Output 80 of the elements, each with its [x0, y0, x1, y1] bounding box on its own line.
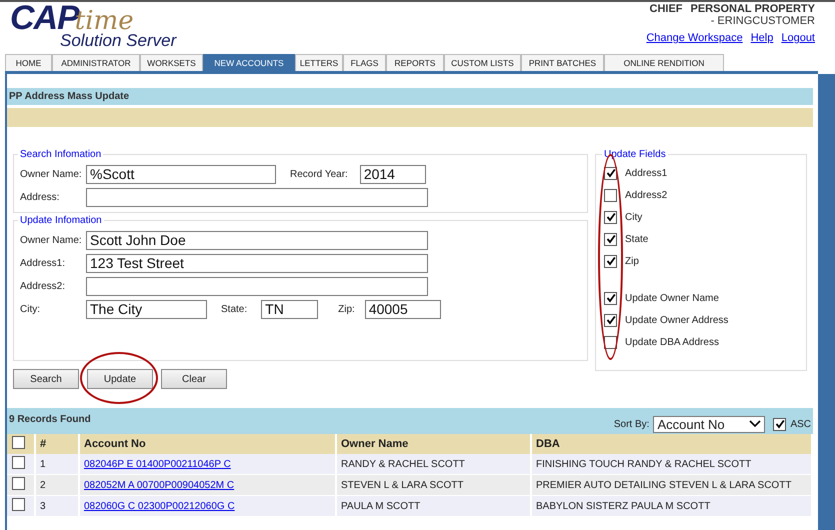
input-field[interactable]: 40005 [364, 300, 441, 319]
nav-tab[interactable]: REPORTS [386, 54, 444, 71]
nav-tab[interactable]: FLAGS [343, 54, 386, 71]
table-cell: 2 [35, 474, 79, 496]
sort-dropdown[interactable]: Account No [653, 416, 766, 432]
field-label: Address: [20, 192, 60, 203]
nav-tab[interactable]: LETTERS [295, 54, 343, 71]
input-field[interactable]: TN [261, 300, 318, 319]
field-label: Owner Name: [20, 235, 83, 246]
logo-subtitle: Solution Server [60, 32, 178, 50]
table-cell: STEVEN L & LARA SCOTT [336, 474, 531, 496]
field-label: Owner Name: [20, 169, 83, 180]
column-header: DBA [531, 434, 812, 454]
input-field[interactable]: 2014 [360, 165, 426, 184]
input-field[interactable] [86, 188, 428, 207]
user-account: - ERINGCUSTOMER [710, 15, 815, 27]
checkbox[interactable] [604, 232, 617, 246]
checkbox[interactable] [12, 456, 25, 469]
input-field[interactable]: Scott John Doe [86, 231, 428, 250]
checkbox-label: Update DBA Address [625, 336, 719, 348]
checkbox-label: Address2 [625, 190, 668, 200]
page-title-bar: PP Address Mass Update [7, 88, 813, 105]
column-header: # [35, 434, 79, 454]
table-cell: 3 [35, 496, 79, 516]
table-cell: BABYLON SISTERZ PAULA M SCOTT [531, 496, 812, 516]
checkbox[interactable] [604, 314, 617, 326]
column-header: Account No [79, 434, 336, 454]
input-field[interactable]: %Scott [86, 165, 276, 184]
input-field[interactable]: 123 Test Street [86, 254, 428, 273]
input-field[interactable]: The City [86, 300, 207, 319]
checkbox[interactable] [12, 477, 25, 490]
checkbox-label: State [625, 234, 648, 244]
table-cell: FINISHING TOUCH RANDY & RACHEL SCOTT [531, 454, 812, 474]
nav-tab[interactable]: PRINT BATCHES [521, 54, 604, 71]
checkbox[interactable] [604, 292, 617, 304]
checkbox[interactable] [773, 418, 786, 430]
checkbox-label: City [625, 212, 642, 222]
checkbox[interactable] [604, 336, 617, 348]
table-cell: PAULA M SCOTT [336, 496, 531, 516]
header-link[interactable]: Help [750, 32, 774, 44]
nav-tab[interactable]: ONLINE RENDITION [604, 54, 724, 71]
header-link[interactable]: Logout [781, 32, 815, 44]
nav-tab[interactable]: WORKSETS [140, 54, 203, 71]
checkbox-label: Update Owner Address [625, 314, 728, 326]
records-count: 9 Records Found [9, 414, 91, 425]
chevron-down-icon [749, 420, 762, 428]
checkbox-label: ASC [790, 418, 811, 430]
field-label: Zip: [338, 304, 355, 315]
table-cell: RANDY & RACHEL SCOTT [336, 454, 531, 474]
checkbox[interactable] [604, 210, 617, 224]
header-link[interactable]: Change Workspace [646, 32, 743, 44]
checkbox[interactable] [604, 188, 617, 202]
field-label: Address1: [20, 258, 66, 269]
checkbox-label: Zip [625, 256, 639, 266]
field-label: State: [221, 304, 248, 315]
table-cell: PREMIER AUTO DETAILING STEVEN L & LARA SCOTT [531, 474, 812, 496]
field-label: Address2: [20, 281, 66, 292]
fieldset-legend: Search Infomation [18, 149, 104, 160]
checkbox[interactable] [604, 254, 617, 268]
action-button[interactable]: Update [87, 369, 153, 389]
checkbox-label: Address1 [625, 168, 668, 178]
fieldset-legend: Update Infomation [18, 215, 104, 226]
input-field[interactable] [86, 277, 428, 296]
field-label: City: [20, 304, 41, 315]
nav-tab[interactable]: ADMINISTRATOR [52, 54, 140, 71]
action-button[interactable]: Search [13, 369, 79, 389]
field-label: Record Year: [290, 169, 348, 180]
checkbox[interactable] [12, 436, 25, 449]
user-module: PERSONAL PROPERTY [690, 3, 815, 15]
checkbox[interactable] [604, 166, 617, 180]
table-cell: 1 [35, 454, 79, 474]
action-button[interactable]: Clear [161, 369, 227, 389]
checkbox[interactable] [12, 498, 25, 511]
nav-tab[interactable]: HOME [5, 54, 52, 71]
nav-tab[interactable]: NEW ACCOUNTS [203, 54, 295, 71]
column-header: Owner Name [336, 434, 531, 454]
user-role: CHIEF [650, 3, 682, 15]
nav-tab[interactable]: CUSTOM LISTS [444, 54, 521, 71]
sort-label: Sort By: [614, 418, 650, 430]
checkbox-label: Update Owner Name [625, 292, 719, 304]
